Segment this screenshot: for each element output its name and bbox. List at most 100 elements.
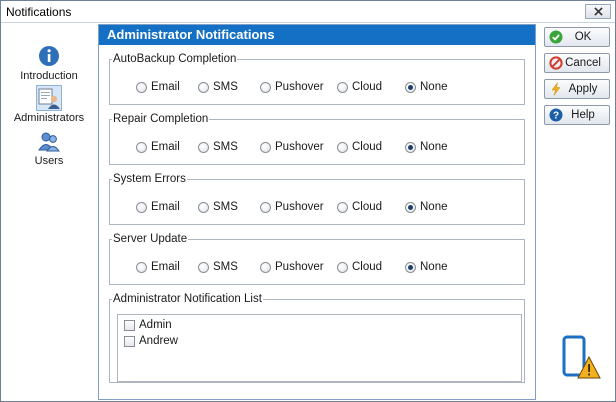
cancel-button-label: Cancel <box>565 57 601 69</box>
radio-dot <box>198 261 209 273</box>
group-legend: Administrator Notification List <box>113 293 262 305</box>
radio-sms[interactable]: SMS <box>198 201 238 213</box>
radio-dot <box>337 141 348 153</box>
radio-label: Cloud <box>352 201 383 213</box>
help-button[interactable]: ? Help <box>544 105 610 125</box>
radio-pushover[interactable]: Pushover <box>260 261 324 273</box>
radio-label: Pushover <box>275 141 324 153</box>
radio-label: None <box>420 261 448 273</box>
cancel-button[interactable]: Cancel <box>544 53 610 73</box>
radio-none[interactable]: None <box>405 261 448 273</box>
group-legend: Repair Completion <box>113 113 209 125</box>
radio-pushover[interactable]: Pushover <box>260 81 324 93</box>
phone-warning-icon <box>562 335 602 381</box>
notifications-window: Notifications Introduction Administrator… <box>0 0 616 402</box>
repair-completion-group: Repair Completion Email SMS Pushover Clo… <box>109 113 525 165</box>
radio-label: SMS <box>213 81 238 93</box>
sidebar: Introduction Administrators Users <box>2 24 96 400</box>
radio-label: SMS <box>213 141 238 153</box>
radio-sms[interactable]: SMS <box>198 141 238 153</box>
radio-dot <box>260 141 271 153</box>
close-icon <box>593 7 603 16</box>
sidebar-item-users[interactable]: Users <box>2 129 96 167</box>
apply-button[interactable]: Apply <box>544 79 610 99</box>
apply-button-label: Apply <box>568 83 598 95</box>
users-icon <box>37 129 61 153</box>
list-item-label: Admin <box>139 319 172 331</box>
close-button[interactable] <box>585 4 611 19</box>
sidebar-item-label: Introduction <box>20 70 78 82</box>
info-icon <box>37 44 61 68</box>
administrator-list[interactable]: Admin Andrew <box>117 314 522 382</box>
ok-button-label: OK <box>574 31 592 43</box>
radio-cloud[interactable]: Cloud <box>337 261 382 273</box>
list-item-andrew[interactable]: Andrew <box>124 335 178 347</box>
radio-email[interactable]: Email <box>136 141 180 153</box>
group-legend: System Errors <box>113 173 186 185</box>
radio-dot <box>337 201 348 213</box>
radio-dot <box>260 81 271 93</box>
radio-dot <box>136 81 147 93</box>
radio-label: SMS <box>213 201 238 213</box>
ok-button[interactable]: OK <box>544 27 610 47</box>
radio-dot <box>198 81 209 93</box>
panel-title: Administrator Notifications <box>99 25 535 45</box>
radio-dot <box>198 141 209 153</box>
radio-dot <box>405 261 416 273</box>
window-title: Notifications <box>6 5 72 19</box>
radio-label: None <box>420 141 448 153</box>
radio-cloud[interactable]: Cloud <box>337 81 382 93</box>
list-item-admin[interactable]: Admin <box>124 319 172 331</box>
radio-sms[interactable]: SMS <box>198 261 238 273</box>
radio-label: SMS <box>213 261 238 273</box>
lightning-icon <box>549 82 563 96</box>
radio-email[interactable]: Email <box>136 81 180 93</box>
radio-label: None <box>420 81 448 93</box>
radio-label: Email <box>151 261 180 273</box>
radio-dot <box>136 141 147 153</box>
radio-row: Email SMS Pushover Cloud None <box>124 261 518 277</box>
radio-none[interactable]: None <box>405 81 448 93</box>
group-legend: Server Update <box>113 233 188 245</box>
radio-label: Pushover <box>275 201 324 213</box>
radio-row: Email SMS Pushover Cloud None <box>124 141 518 157</box>
group-legend: AutoBackup Completion <box>113 53 237 65</box>
sidebar-item-administrators[interactable]: Administrators <box>2 85 96 124</box>
radio-label: Pushover <box>275 261 324 273</box>
radio-dot <box>405 201 416 213</box>
radio-label: Pushover <box>275 81 324 93</box>
help-icon: ? <box>549 108 563 122</box>
sidebar-item-introduction[interactable]: Introduction <box>2 44 96 82</box>
help-button-label: Help <box>571 109 595 121</box>
radio-none[interactable]: None <box>405 201 448 213</box>
checkbox[interactable] <box>124 335 135 347</box>
radio-none[interactable]: None <box>405 141 448 153</box>
system-errors-group: System Errors Email SMS Pushover Cloud N… <box>109 173 525 225</box>
radio-cloud[interactable]: Cloud <box>337 201 382 213</box>
radio-dot <box>198 201 209 213</box>
radio-dot <box>136 201 147 213</box>
sidebar-item-label: Administrators <box>13 112 85 124</box>
radio-dot <box>136 261 147 273</box>
sidebar-item-label: Users <box>34 155 64 167</box>
list-item-label: Andrew <box>139 335 178 347</box>
svg-text:?: ? <box>553 111 559 122</box>
radio-sms[interactable]: SMS <box>198 81 238 93</box>
radio-cloud[interactable]: Cloud <box>337 141 382 153</box>
radio-email[interactable]: Email <box>136 261 180 273</box>
radio-email[interactable]: Email <box>136 201 180 213</box>
radio-label: Cloud <box>352 141 383 153</box>
radio-dot <box>337 261 348 273</box>
radio-label: Cloud <box>352 261 383 273</box>
checkbox[interactable] <box>124 319 135 331</box>
cancel-icon <box>549 56 563 70</box>
radio-label: Email <box>151 201 180 213</box>
radio-pushover[interactable]: Pushover <box>260 201 324 213</box>
radio-pushover[interactable]: Pushover <box>260 141 324 153</box>
radio-dot <box>337 81 348 93</box>
administrator-notifications-panel: Administrator Notifications AutoBackup C… <box>98 24 536 400</box>
autobackup-completion-group: AutoBackup Completion Email SMS Pushover… <box>109 53 525 105</box>
title-bar: Notifications <box>1 1 615 23</box>
server-update-group: Server Update Email SMS Pushover Cloud N… <box>109 233 525 285</box>
radio-label: None <box>420 201 448 213</box>
